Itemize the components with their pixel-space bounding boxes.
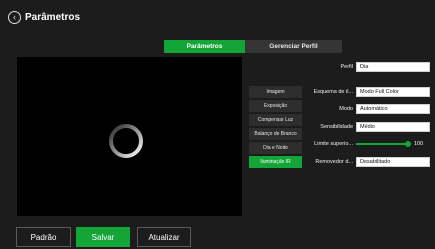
page-title: Parâmetros [25, 11, 81, 23]
menu-item-imagem[interactable]: Imagem [249, 86, 302, 98]
default-button[interactable]: Padrão [16, 227, 71, 247]
perfil-label: Perfil [340, 64, 353, 70]
limite-slider-handle[interactable] [405, 141, 411, 147]
perfil-row: Perfil Dia [300, 62, 430, 72]
save-button[interactable]: Salvar [76, 227, 130, 247]
menu-item-exposicao[interactable]: Exposição [249, 100, 302, 112]
sensibilidade-label: Sensibilidade [320, 124, 353, 130]
modo-row: Modo Automático [300, 104, 430, 114]
menu-item-compensar-luz[interactable]: Compensar Luz [249, 114, 302, 126]
removedor-label: Removedor d... [315, 159, 353, 165]
limite-row: Limite superio... 100 [300, 139, 423, 149]
removedor-select[interactable]: Desabilitado [356, 157, 430, 167]
back-icon[interactable]: ‹ [8, 10, 21, 24]
loading-spinner-icon [109, 124, 143, 158]
sensibilidade-select[interactable]: Médio [356, 122, 430, 132]
sensibilidade-row: Sensibilidade Médio [300, 122, 430, 132]
page-header: ‹ Parâmetros [0, 0, 435, 34]
esquema-label: Esquema de il... [313, 89, 353, 95]
limite-slider[interactable] [356, 141, 411, 147]
limite-label: Limite superio... [314, 141, 353, 147]
perfil-select[interactable]: Dia [356, 62, 430, 72]
video-preview [17, 57, 242, 216]
menu-item-balanco-de-branco[interactable]: Balanço de Branco [249, 128, 302, 140]
menu-item-dia-e-noite[interactable]: Dia e Noite [249, 142, 302, 154]
tab-bar: Parâmetros Gerenciar Perfil [164, 40, 342, 53]
settings-menu: Imagem Exposição Compensar Luz Balanço d… [249, 86, 302, 170]
refresh-button[interactable]: Atualizar [137, 227, 191, 247]
removedor-row: Removedor d... Desabilitado [300, 157, 430, 167]
menu-item-iluminacao-ir[interactable]: Iluminação IR [249, 156, 302, 168]
esquema-row: Esquema de il... Modo Full Color [300, 87, 430, 97]
tab-gerenciar-perfil[interactable]: Gerenciar Perfil [245, 40, 342, 53]
tab-parametros[interactable]: Parâmetros [164, 40, 245, 53]
esquema-select[interactable]: Modo Full Color [356, 87, 430, 97]
modo-label: Modo [339, 106, 353, 112]
limite-value: 100 [414, 141, 424, 147]
modo-select[interactable]: Automático [356, 104, 430, 114]
